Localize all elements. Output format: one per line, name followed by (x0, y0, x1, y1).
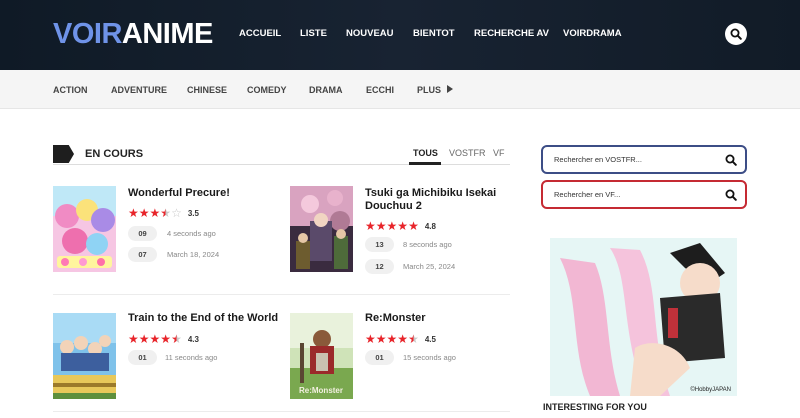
star-half-icon: ★ (160, 206, 172, 220)
logo-part-anime: ANIME (121, 18, 213, 50)
star-icon: ★ (160, 332, 172, 346)
tab-tous[interactable]: TOUS (413, 147, 438, 159)
episode-time: 4 seconds ago (167, 229, 216, 238)
episode-badge[interactable]: 01 (128, 350, 157, 365)
header-search-button[interactable] (725, 23, 747, 45)
poster-image (53, 186, 116, 272)
star-rating: ★ ★ ★ ★ ★ 4.8 (365, 220, 436, 232)
row-divider (53, 411, 510, 412)
rating-value: 4.5 (424, 334, 436, 344)
genre-chinese[interactable]: CHINESE (187, 84, 227, 96)
nav-recherche-av[interactable]: RECHERCHE AV (474, 28, 549, 40)
episode-badge[interactable]: 09 (128, 226, 157, 241)
episode-date: March 25, 2024 (403, 262, 456, 271)
star-rating: ★ ★ ★ ★ ☆ 3.5 (128, 207, 199, 219)
episode-date: March 18, 2024 (167, 250, 220, 259)
star-icon: ★ (386, 219, 398, 233)
ad-banner[interactable]: ©HobbyJAPAN (550, 238, 737, 396)
play-arrow-icon (447, 85, 454, 93)
ad-image (550, 238, 737, 396)
section-divider (53, 164, 510, 165)
anime-title[interactable]: Re:Monster (365, 312, 510, 325)
search-icon[interactable] (725, 154, 737, 166)
star-rating: ★ ★ ★ ★ ★ 4.5 (365, 333, 436, 345)
genre-action[interactable]: ACTION (53, 84, 88, 96)
genre-ecchi[interactable]: ECCHI (366, 84, 394, 96)
genre-plus-label: PLUS (417, 85, 442, 95)
star-icon: ★ (128, 332, 139, 346)
search-vostfr-placeholder: Rechercher en VOSTFR... (554, 155, 642, 164)
section-title: EN COURS (85, 148, 144, 160)
anime-poster[interactable] (53, 186, 116, 272)
row-divider (53, 294, 510, 295)
star-icon: ★ (386, 332, 398, 346)
site-logo[interactable]: VOIRANIME (53, 17, 213, 51)
rating-value: 4.8 (424, 221, 436, 231)
ad-credit: ©HobbyJAPAN (690, 387, 731, 393)
star-icon: ★ (138, 206, 150, 220)
nav-nouveau[interactable]: NOUVEAU (346, 28, 394, 40)
episode-time: 15 seconds ago (403, 353, 456, 362)
active-tab-indicator (409, 162, 441, 165)
rating-value: 3.5 (187, 208, 199, 218)
search-icon (730, 28, 742, 40)
search-vf-field[interactable]: Rechercher en VF... (541, 180, 747, 209)
anime-poster[interactable] (53, 313, 116, 399)
star-half-icon: ★ (171, 332, 182, 346)
nav-accueil[interactable]: ACCUEIL (239, 28, 281, 40)
genre-bar: ACTION ADVENTURE CHINESE COMEDY DRAMA EC… (0, 70, 800, 109)
episode-time: 8 seconds ago (403, 240, 452, 249)
anime-title[interactable]: Wonderful Precure! (128, 187, 278, 200)
poster-image (290, 186, 353, 272)
genre-comedy[interactable]: COMEDY (247, 84, 287, 96)
poster-image (53, 313, 116, 399)
star-icon: ★ (397, 219, 409, 233)
star-rating: ★ ★ ★ ★ ★ 4.3 (128, 333, 199, 345)
search-vostfr-field[interactable]: Rechercher en VOSTFR... (541, 145, 747, 174)
nav-liste[interactable]: LISTE (300, 28, 327, 40)
star-half-icon: ★ (408, 332, 419, 346)
section-arrow-icon (53, 145, 74, 163)
episode-badge[interactable]: 01 (365, 350, 394, 365)
tab-vostfr[interactable]: VOSTFR (449, 147, 486, 159)
poster-image: Re:Monster (290, 313, 353, 399)
star-icon: ★ (365, 332, 376, 346)
logo-part-voir: VOIR (53, 18, 122, 50)
star-icon: ★ (375, 219, 387, 233)
star-icon: ★ (138, 332, 150, 346)
genre-drama[interactable]: DRAMA (309, 84, 343, 96)
anime-title[interactable]: Train to the End of the World (128, 312, 288, 325)
interesting-heading: INTERESTING FOR YOU (543, 402, 647, 412)
genre-adventure[interactable]: ADVENTURE (111, 84, 167, 96)
anime-poster[interactable] (290, 186, 353, 272)
nav-voirdrama[interactable]: VOIRDRAMA (563, 28, 622, 40)
star-icon: ★ (149, 332, 161, 346)
poster-logo-text: Re:Monster (299, 386, 343, 395)
search-icon[interactable] (725, 189, 737, 201)
star-icon: ★ (375, 332, 387, 346)
episode-badge[interactable]: 07 (128, 247, 157, 262)
star-icon: ★ (408, 219, 419, 233)
nav-bientot[interactable]: BIENTOT (413, 28, 455, 40)
star-icon: ★ (128, 206, 139, 220)
rating-value: 4.3 (187, 334, 199, 344)
episode-time: 11 seconds ago (165, 353, 218, 362)
star-icon: ★ (365, 219, 376, 233)
star-icon: ★ (397, 332, 409, 346)
site-header: VOIRANIME ACCUEIL LISTE NOUVEAU BIENTOT … (0, 0, 800, 70)
anime-poster[interactable]: Re:Monster (290, 313, 353, 399)
genre-plus[interactable]: PLUS (417, 84, 454, 96)
episode-badge[interactable]: 12 (365, 259, 394, 274)
star-empty-icon: ☆ (171, 206, 182, 220)
anime-title[interactable]: Tsuki ga Michibiku Isekai Douchuu 2 (365, 187, 510, 213)
tab-vf[interactable]: VF (493, 147, 505, 159)
search-vf-placeholder: Rechercher en VF... (554, 190, 621, 199)
episode-badge[interactable]: 13 (365, 237, 394, 252)
star-icon: ★ (149, 206, 161, 220)
